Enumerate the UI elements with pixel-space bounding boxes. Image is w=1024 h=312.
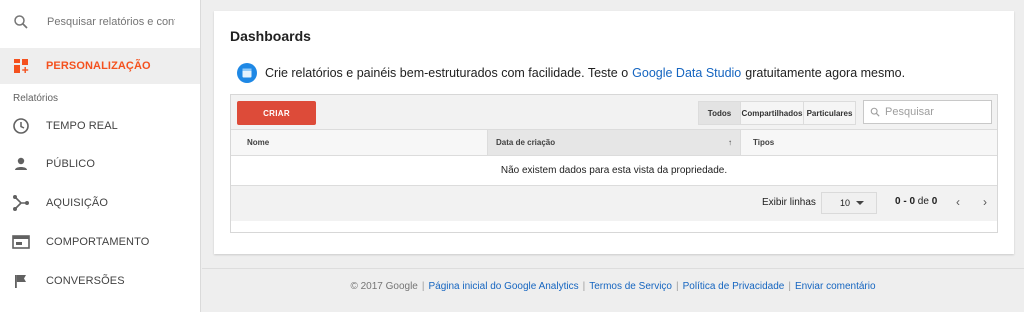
separator: | [788,281,791,292]
dashboards-table: CRIAR Todos Compartilhados Particulares … [230,94,998,233]
sidebar-item-label: PÚBLICO [46,158,95,170]
sidebar-item-conversoes[interactable]: CONVERSÕES [0,263,200,299]
data-studio-icon [237,63,257,83]
search-icon [870,107,880,117]
sidebar-item-aquisicao[interactable]: AQUISIÇÃO [0,185,200,221]
dashboard-add-icon [12,57,30,75]
copyright-text: © 2017 Google [350,281,418,292]
table-search-input[interactable]: Pesquisar [863,100,992,124]
sidebar-item-personalizacao[interactable]: PERSONALIZAÇÃO [0,48,200,84]
table-header: Nome Data de criação ↑ Tipos [231,130,997,156]
sidebar-item-publico[interactable]: PÚBLICO [0,146,200,182]
rows-per-page-select[interactable]: 10 [821,192,877,214]
filter-todos[interactable]: Todos [698,101,741,125]
promo-text: Crie relatórios e painéis bem-estruturad… [265,66,629,80]
sidebar-search[interactable]: Pesquisar relatórios e conteúdo [0,0,200,44]
footer-link-home[interactable]: Página inicial do Google Analytics [428,281,578,292]
page-title: Dashboards [230,28,311,44]
flag-icon [12,272,30,290]
page-footer: © 2017 Google | Página inicial do Google… [202,268,1024,304]
table-toolbar: CRIAR Todos Compartilhados Particulares … [231,95,997,130]
sidebar-item-comportamento[interactable]: COMPORTAMENTO [0,224,200,260]
sidebar: Pesquisar relatórios e conteúdo PERSONAL… [0,0,201,312]
column-header-nome[interactable]: Nome [231,130,487,155]
range-total: 0 [931,196,938,207]
filter-compartilhados[interactable]: Compartilhados [741,101,804,125]
dashboards-card: Dashboards Crie relatórios e painéis bem… [214,11,1014,254]
separator: | [676,281,679,292]
pagination-bar: Exibir linhas 10 0 - 0 de 0 ‹ › [231,186,997,221]
filter-particulares[interactable]: Particulares [804,101,856,125]
sort-arrow-up-icon: ↑ [728,138,732,147]
sidebar-item-label: AQUISIÇÃO [46,197,109,209]
separator: | [582,281,586,292]
separator: | [421,281,425,292]
previous-page-button[interactable]: ‹ [951,195,965,209]
sidebar-item-label: TEMPO REAL [46,120,118,132]
next-page-button[interactable]: › [978,195,992,209]
sidebar-item-tempo-real[interactable]: TEMPO REAL [0,108,200,144]
column-header-data-criacao[interactable]: Data de criação ↑ [487,130,741,155]
column-header-label: Data de criação [496,138,556,147]
footer-link-feedback[interactable]: Enviar comentário [795,281,876,292]
create-button[interactable]: CRIAR [237,101,316,125]
data-studio-promo: Crie relatórios e painéis bem-estruturad… [237,63,905,83]
footer-link-privacy[interactable]: Política de Privacidade [683,281,785,292]
acquisition-icon [12,194,30,212]
footer-link-terms[interactable]: Termos de Serviço [589,281,672,292]
sidebar-item-label: COMPORTAMENTO [46,236,150,248]
clock-icon [12,117,30,135]
rows-per-page-value: 10 [840,198,851,208]
data-studio-link[interactable]: Google Data Studio [632,66,741,80]
column-header-tipos[interactable]: Tipos [741,130,997,155]
promo-text-after: gratuitamente agora mesmo. [745,66,906,80]
chevron-down-icon [856,201,865,205]
filter-group: Todos Compartilhados Particulares [698,101,856,125]
sidebar-item-label: PERSONALIZAÇÃO [46,60,151,72]
behavior-icon [12,233,30,251]
section-label-relatorios: Relatórios [13,93,59,104]
rows-per-page-label: Exibir linhas [762,197,816,208]
search-placeholder: Pesquisar [885,106,934,118]
sidebar-item-label: CONVERSÕES [46,275,125,287]
search-icon [14,15,28,29]
sidebar-search-input[interactable]: Pesquisar relatórios e conteúdo [47,16,175,28]
empty-message: Não existem dados para esta vista da pro… [231,156,997,186]
range-of-label: de [915,196,932,207]
person-icon [12,155,30,173]
pagination-range: 0 - 0 de 0 [895,196,937,207]
